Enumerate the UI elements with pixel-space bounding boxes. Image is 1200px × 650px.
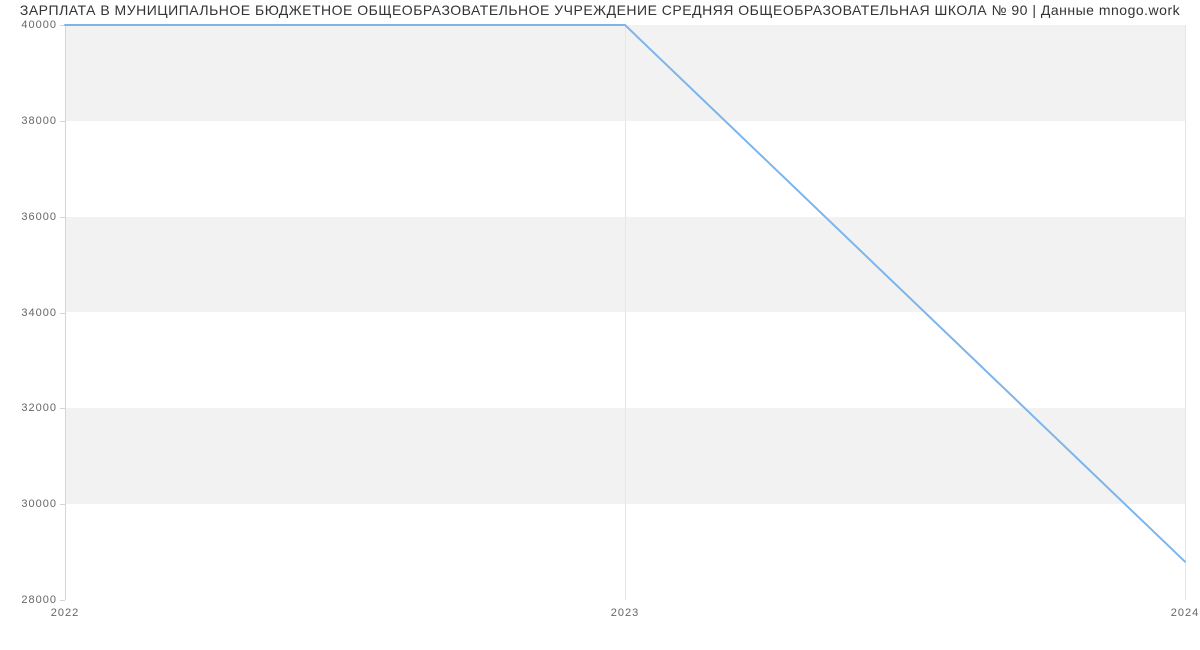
y-tick-label: 38000 bbox=[21, 115, 57, 127]
y-tick-label: 30000 bbox=[21, 498, 57, 510]
x-tick-label: 2023 bbox=[611, 607, 639, 619]
line-series bbox=[65, 25, 1185, 562]
line-series-svg bbox=[65, 25, 1185, 600]
x-gridline bbox=[1185, 25, 1186, 600]
chart-title: ЗАРПЛАТА В МУНИЦИПАЛЬНОЕ БЮДЖЕТНОЕ ОБЩЕО… bbox=[0, 2, 1200, 18]
y-tick-label: 36000 bbox=[21, 211, 57, 223]
x-tick-label: 2024 bbox=[1171, 607, 1199, 619]
chart-container: ЗАРПЛАТА В МУНИЦИПАЛЬНОЕ БЮДЖЕТНОЕ ОБЩЕО… bbox=[0, 0, 1200, 650]
y-tick-label: 40000 bbox=[21, 19, 57, 31]
y-tick-mark bbox=[60, 600, 65, 601]
y-tick-label: 32000 bbox=[21, 402, 57, 414]
y-tick-label: 34000 bbox=[21, 307, 57, 319]
plot-area bbox=[65, 25, 1185, 600]
x-tick-label: 2022 bbox=[51, 607, 79, 619]
y-tick-label: 28000 bbox=[21, 594, 57, 606]
